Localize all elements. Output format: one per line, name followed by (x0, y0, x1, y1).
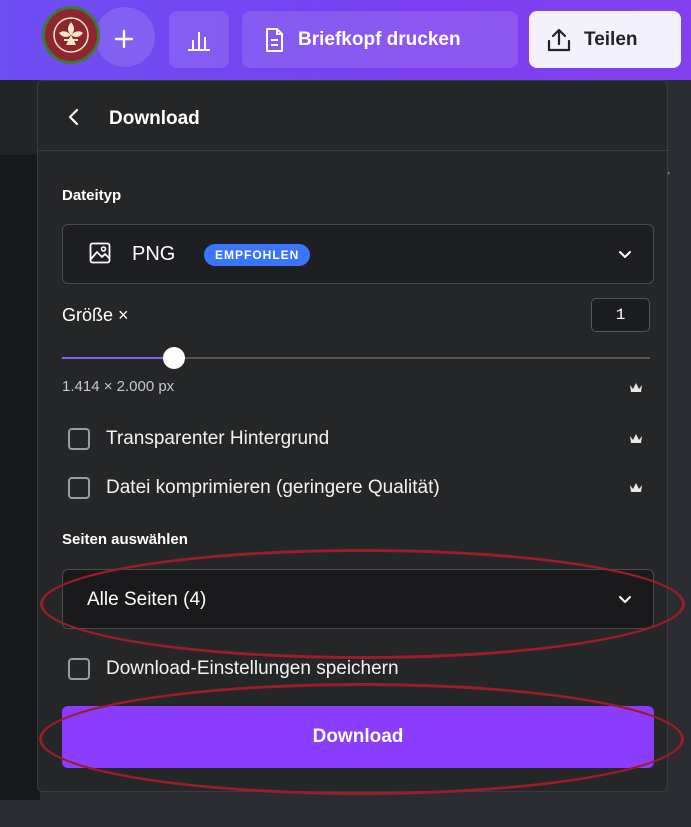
crown-icon (630, 483, 642, 492)
crown-icon (630, 434, 642, 443)
size-slider[interactable] (62, 347, 650, 369)
filetype-value: PNG (132, 243, 176, 265)
size-slider-fill (62, 357, 174, 359)
pages-label: Seiten auswählen (62, 531, 188, 548)
share-label: Teilen (584, 28, 638, 50)
chart-icon (188, 31, 210, 51)
share-button[interactable]: Teilen (529, 11, 681, 68)
save-settings-label: Download-Einstellungen speichern (106, 658, 399, 679)
compress-file-option[interactable]: Datei komprimieren (geringere Qualität) (68, 474, 440, 502)
editor-background-bottom (0, 800, 691, 827)
insights-button[interactable] (169, 11, 229, 68)
print-letterhead-label: Briefkopf drucken (298, 28, 461, 50)
save-settings-option[interactable]: Download-Einstellungen speichern (68, 655, 399, 683)
share-upload-icon (547, 28, 571, 51)
fleur-logo-icon (53, 17, 89, 53)
panel-title: Download (109, 108, 200, 129)
canvas-area (0, 155, 40, 800)
pages-select[interactable]: Alle Seiten (4) (62, 569, 654, 629)
pages-select-value: Alle Seiten (4) (87, 589, 207, 610)
save-settings-checkbox[interactable] (68, 658, 90, 680)
size-slider-thumb[interactable] (162, 347, 185, 369)
chevron-down-icon (619, 596, 631, 603)
chevron-down-icon (619, 251, 631, 258)
logo-avatar[interactable] (42, 6, 100, 64)
transparent-background-label: Transparenter Hintergrund (106, 428, 330, 449)
image-icon (89, 242, 111, 264)
plus-icon (114, 29, 134, 49)
chevron-left-icon[interactable] (66, 108, 80, 126)
transparent-background-option[interactable]: Transparenter Hintergrund (68, 425, 329, 453)
document-icon (266, 27, 283, 52)
editor-top-bar: Briefkopf drucken Teilen (0, 0, 691, 80)
filetype-select[interactable]: PNG EMPFOHLEN (62, 224, 654, 284)
add-button[interactable] (104, 15, 144, 63)
compress-file-label: Datei komprimieren (geringere Qualität) (106, 477, 440, 498)
compress-file-checkbox[interactable] (68, 477, 90, 499)
size-input[interactable]: 1 (591, 298, 650, 332)
download-button[interactable]: Download (62, 706, 654, 768)
recommended-badge: EMPFOHLEN (204, 244, 311, 266)
image-dimensions: 1.414 × 2.000 px (62, 378, 175, 395)
size-label: Größe × (62, 305, 129, 325)
transparent-background-checkbox[interactable] (68, 428, 90, 450)
download-panel-header: Download (38, 81, 667, 151)
download-panel: Download Dateityp PNG EMPFOHLEN Größe × … (37, 80, 668, 792)
crown-icon (630, 383, 642, 392)
filetype-label: Dateityp (62, 187, 122, 204)
print-letterhead-button[interactable]: Briefkopf drucken (242, 11, 518, 68)
